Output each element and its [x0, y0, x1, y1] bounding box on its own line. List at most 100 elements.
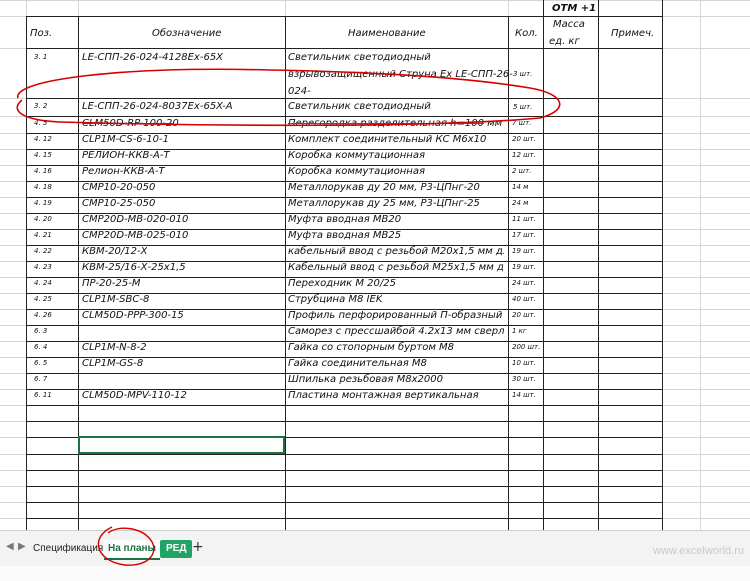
table-border	[26, 16, 662, 17]
row-name: Коробка коммутационная	[288, 150, 425, 161]
header-mass-unit: ед. кг	[549, 36, 580, 47]
row-designation: CLP1M-CS-6-10-1	[82, 134, 169, 145]
table-border	[26, 405, 662, 406]
header-designation: Обозначение	[152, 28, 222, 39]
row-qty: 24 шт.	[512, 279, 536, 287]
row-designation: CLM50D-PPP-300-15	[82, 310, 184, 321]
table-border	[26, 421, 662, 422]
row-designation: КВМ-20/12-Х	[82, 246, 148, 257]
table-border	[508, 16, 509, 530]
row-name: Металлорукав ду 25 мм, Р3-ЦПнг-25	[288, 198, 480, 209]
row-pos: 4. 25	[34, 295, 52, 303]
table-border	[598, 0, 599, 16]
row-pos: 4. 26	[34, 311, 52, 319]
row-designation: CMP20D-MB-025-010	[82, 230, 189, 241]
row-pos: 4. 16	[34, 167, 52, 175]
row-designation: CMP10-20-050	[82, 182, 156, 193]
row-pos: 4. 24	[34, 279, 52, 287]
row-pos: 4. 19	[34, 199, 52, 207]
row-designation: CLP1M-SBC-8	[82, 294, 150, 305]
row-pos: 4. 23	[34, 263, 52, 271]
row-qty: 19 шт.	[512, 263, 536, 271]
row-qty: 2 шт.	[512, 167, 532, 175]
row-name: Светильник светодиодный	[288, 101, 431, 112]
grid-line	[700, 0, 701, 530]
spreadsheet-grid[interactable]: ОТМ +1 Поз. Обозначение Наименование Кол…	[0, 0, 750, 530]
row-pos: 4. 22	[34, 247, 52, 255]
row-qty: 20 шт.	[512, 135, 536, 143]
row-name: Саморез с прессшайбой 4.2х13 мм сверло	[288, 326, 504, 337]
row-name: Гайка со стопорным буртом М8	[288, 342, 455, 353]
row-name: Струбцина М8 IEK	[288, 294, 383, 305]
strike-line	[82, 123, 174, 124]
row-name: взрывозащищенный Струна Ex LE-СПП-26-	[288, 69, 513, 80]
row-qty: 3 шт.	[513, 70, 533, 78]
row-qty: 24 м	[512, 199, 529, 207]
sheet-tabs-bar: ◀ ▶ Спецификация На планы РЕД + www.exce…	[0, 526, 750, 567]
row-pos: 3. 2	[34, 102, 48, 110]
table-border	[285, 16, 286, 530]
row-qty: 40 шт.	[512, 295, 536, 303]
table-border	[26, 470, 662, 471]
table-border	[26, 16, 27, 530]
row-pos: 4. 20	[34, 215, 52, 223]
row-designation: CLP1M-N-8-2	[82, 342, 147, 353]
row-qty: 17 шт.	[512, 231, 536, 239]
table-border	[543, 0, 544, 16]
table-border	[26, 454, 662, 455]
row-designation: Релион-ККВ-А-Т	[82, 166, 165, 177]
row-qty: 12 шт.	[512, 151, 536, 159]
row-pos: 6. 3	[34, 327, 48, 335]
header-qty: Кол.	[515, 28, 538, 39]
row-designation: ПР-20-25-М	[82, 278, 141, 289]
grid-line	[0, 0, 750, 1]
row-qty: 14 шт.	[512, 391, 536, 399]
row-qty: 200 шт.	[512, 343, 541, 351]
row-pos: 4. 18	[34, 183, 52, 191]
table-border	[543, 16, 544, 530]
row-pos: 4. 15	[34, 151, 52, 159]
row-qty: 1 кг	[512, 327, 527, 335]
row-name: Пластина монтажная вертикальная	[288, 390, 479, 401]
row-designation: КВМ-25/16-Х-25х1,5	[82, 262, 186, 273]
row-pos: 6. 7	[34, 375, 48, 383]
row-designation: CLM50D-MPV-110-12	[82, 390, 187, 401]
header-mass: Масса	[553, 19, 585, 30]
row-designation: CLP1M-GS-8	[82, 358, 144, 369]
row-name: кабельный ввод с резьбой М20х1,5 мм для	[288, 246, 504, 257]
row-qty: 7 шт.	[512, 119, 532, 127]
row-designation: CMP10-25-050	[82, 198, 156, 209]
table-border	[26, 48, 662, 49]
row-name: Муфта вводная МВ20	[288, 214, 402, 225]
row-pos: 4. 21	[34, 231, 52, 239]
row-qty: 19 шт.	[512, 247, 536, 255]
row-name: Кабельный ввод с резьбой М25х1,5 мм для	[288, 262, 504, 273]
status-bar	[0, 566, 750, 581]
row-qty: 5 шт.	[513, 103, 533, 111]
row-name: Гайка соединительная М8	[288, 358, 427, 369]
row-name: Коробка коммутационная	[288, 166, 425, 177]
row-designation: LE-СПП-26-024-4128Ex-65X	[82, 52, 224, 63]
row-pos: 6. 11	[34, 391, 52, 399]
row-designation: LE-СПП-26-024-8037Ex-65X-A	[82, 101, 233, 112]
otm-label: ОТМ +1	[552, 3, 597, 14]
row-name: Профиль перфорированный П-образный	[288, 310, 503, 321]
row-qty: 11 шт.	[512, 215, 536, 223]
row-pos: 3. 1	[34, 53, 48, 61]
row-pos: 6. 5	[34, 359, 48, 367]
table-border	[26, 116, 662, 117]
selected-cell[interactable]	[78, 436, 285, 454]
table-border	[26, 486, 662, 487]
annotation-circle	[97, 526, 155, 566]
row-name: Муфта вводная МВ25	[288, 230, 402, 241]
row-name: Шпилька резьбовая М8х2000	[288, 374, 443, 385]
row-name: Переходник М 20/25	[288, 278, 397, 289]
table-border	[26, 98, 662, 99]
header-name: Наименование	[348, 28, 426, 39]
row-designation: РЕЛИОН-ККВ-А-Т	[82, 150, 170, 161]
row-pos: 6. 4	[34, 343, 48, 351]
table-border	[662, 16, 663, 530]
row-name: Металлорукав ду 20 мм, Р3-ЦПнг-20	[288, 182, 480, 193]
row-name: Светильник светодиодный	[288, 52, 431, 63]
header-note: Примеч.	[611, 28, 655, 39]
